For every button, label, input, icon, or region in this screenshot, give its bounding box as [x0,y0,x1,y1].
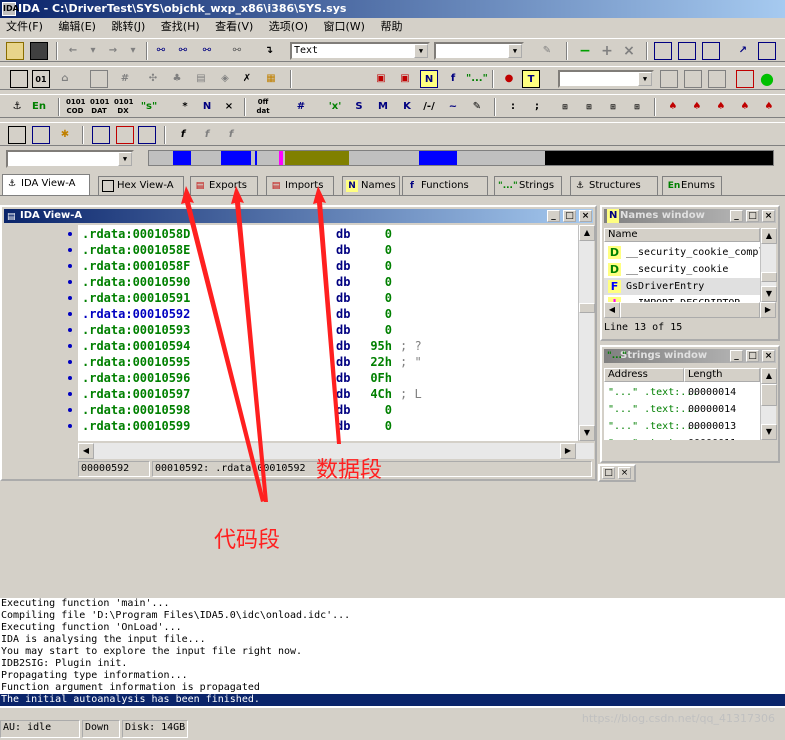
line-bullet-icon [68,280,72,284]
output-line: Executing function 'OnLoad'... [1,622,182,633]
line-bullet-icon [68,408,72,412]
line-bullet-icon [68,296,72,300]
data-segment-annotation: 数据段 [316,458,383,483]
output-line: You may start to explore the input file … [1,646,303,657]
status-direction: Down [82,720,120,738]
output-line: IDA is analysing the input file... [1,634,206,645]
line-bullet-icon [68,376,72,380]
watermark: https://blog.csdn.net/qq_41317306 [581,712,775,725]
output-line: IDB2SIG: Plugin init. [1,658,128,669]
code-segment-annotation: 代码段 [214,528,281,553]
line-bullet-icon [68,360,72,364]
output-line: Function argument information is propaga… [1,682,260,693]
line-bullet-icon [68,232,72,236]
line-bullet-icon [68,344,72,348]
output-line: Compiling file 'D:\Program Files\IDA5.0\… [1,610,351,621]
line-bullet-icon [68,264,72,268]
arrow-to-data [313,186,341,444]
line-bullet-icon [68,312,72,316]
line-bullet-icon [68,328,72,332]
output-window[interactable]: Executing function 'main'... Compiling fi… [0,598,785,708]
status-disk: Disk: 14GB [122,720,188,738]
line-bullet-icon [68,424,72,428]
output-line: Propagating type information... [1,670,188,681]
line-bullet-icon [68,392,72,396]
output-line: The initial autoanalysis has been finish… [0,694,785,706]
line-bullet-icon [68,248,72,252]
status-au: AU: idle [0,720,80,738]
output-line: Executing function 'main'... [1,598,170,609]
